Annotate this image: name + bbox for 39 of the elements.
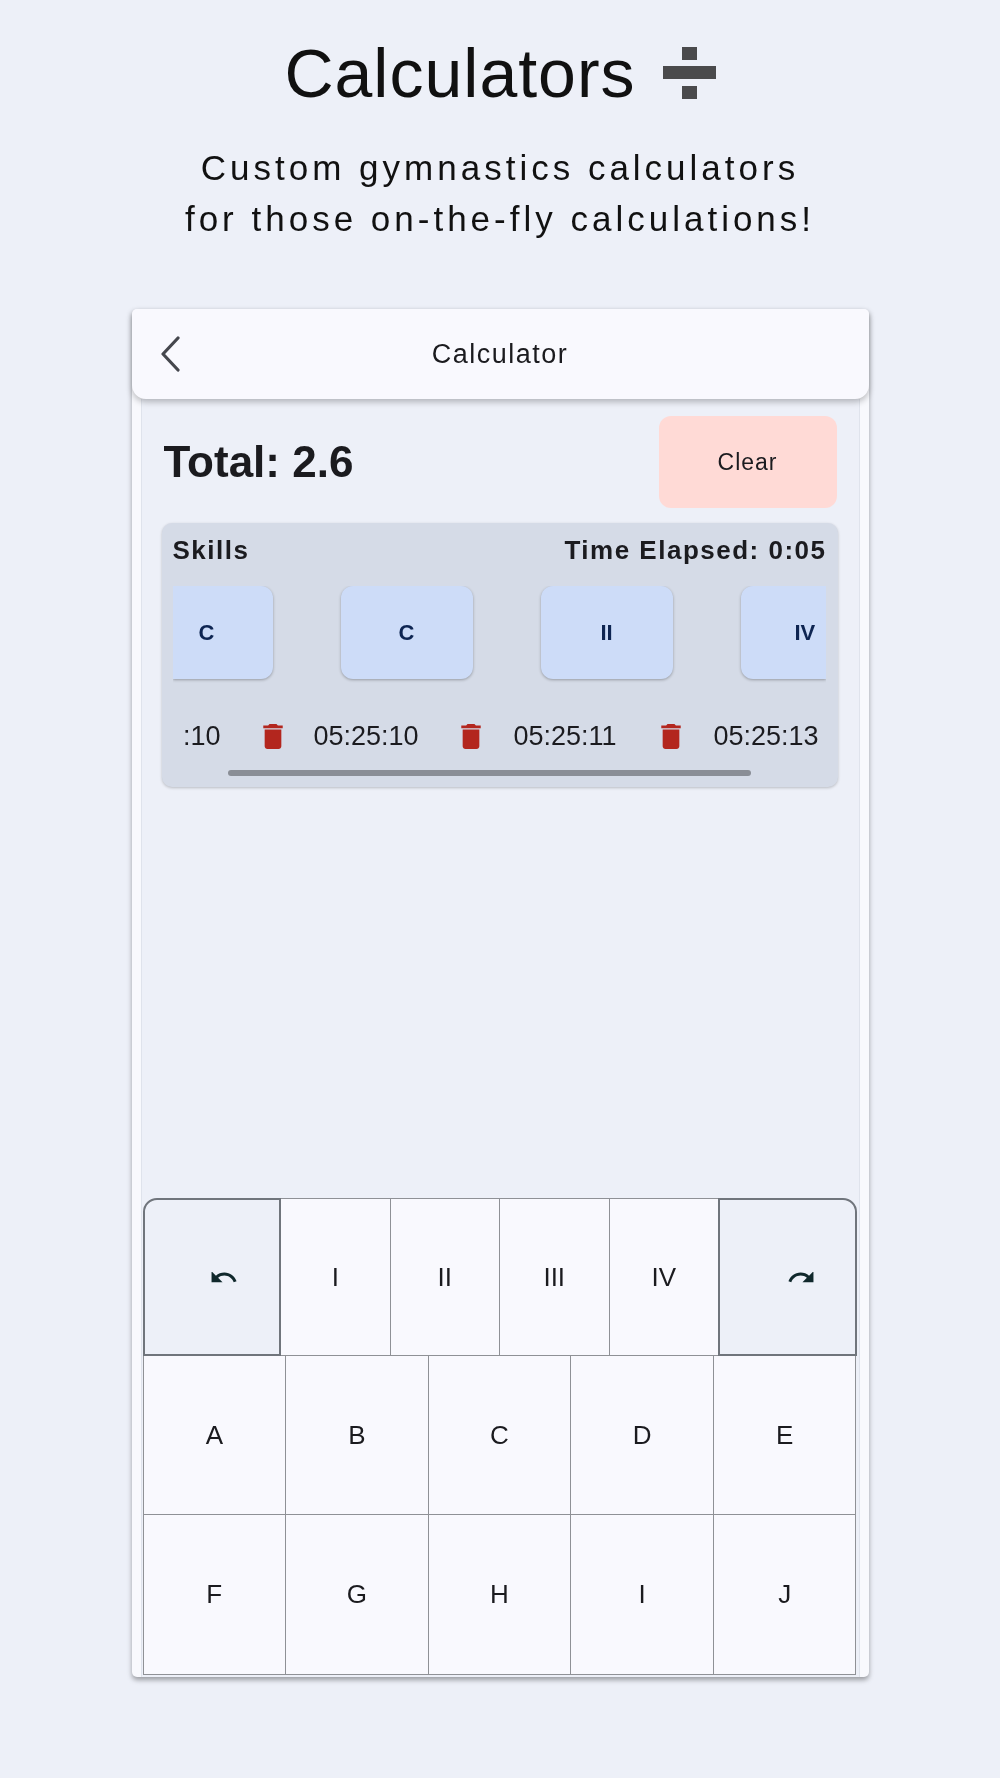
skill-chip[interactable]: C	[340, 586, 473, 679]
timestamp: 05:25:11	[513, 723, 618, 749]
keypad-key[interactable]: A	[142, 1355, 287, 1515]
keypad-key[interactable]: C	[427, 1355, 572, 1515]
keypad-key[interactable]: II	[389, 1198, 500, 1356]
keypad-key[interactable]: F	[142, 1514, 287, 1675]
skill-chip[interactable]: C	[172, 586, 273, 679]
skill-chip[interactable]: II	[540, 586, 673, 679]
chevron-left-icon	[159, 336, 180, 372]
keypad-key[interactable]: III	[499, 1198, 610, 1356]
app-title: Calculators	[284, 38, 636, 108]
keypad-key[interactable]: H	[427, 1514, 572, 1675]
keypad-key[interactable]: J	[712, 1514, 857, 1675]
trash-icon[interactable]	[660, 723, 681, 749]
skill-chip[interactable]: IV	[740, 586, 826, 679]
keypad-key[interactable]: I	[570, 1514, 714, 1675]
redo-icon	[786, 1271, 814, 1283]
total-score: Total: 2.6	[163, 437, 354, 487]
keypad-key[interactable]: I	[280, 1198, 391, 1356]
redo-button[interactable]	[718, 1198, 857, 1356]
time-elapsed: Time Elapsed: 0:05	[564, 536, 827, 564]
undo-icon	[211, 1271, 239, 1283]
trash-icon[interactable]	[262, 723, 283, 749]
keypad-key[interactable]: G	[285, 1514, 429, 1675]
keypad-key[interactable]: E	[712, 1355, 857, 1515]
keypad-key[interactable]: B	[285, 1355, 429, 1515]
divide-icon	[662, 47, 716, 99]
trash-icon[interactable]	[460, 723, 481, 749]
timestamp: 05:25:10	[313, 723, 420, 749]
keypad-key[interactable]: D	[570, 1355, 714, 1515]
timestamp: 05:25:13	[713, 723, 820, 749]
undo-button[interactable]	[142, 1198, 281, 1356]
section-title: Skills	[172, 536, 250, 564]
clear-button[interactable]: Clear	[658, 416, 837, 508]
scrollbar-thumb[interactable]	[227, 770, 751, 776]
screen-title: Calculator	[431, 338, 569, 370]
timestamp: :10	[181, 723, 221, 749]
tagline: Custom gymnastics calculators for those on-the-fly calculations!	[184, 147, 816, 240]
keypad-key[interactable]: IV	[608, 1198, 719, 1356]
